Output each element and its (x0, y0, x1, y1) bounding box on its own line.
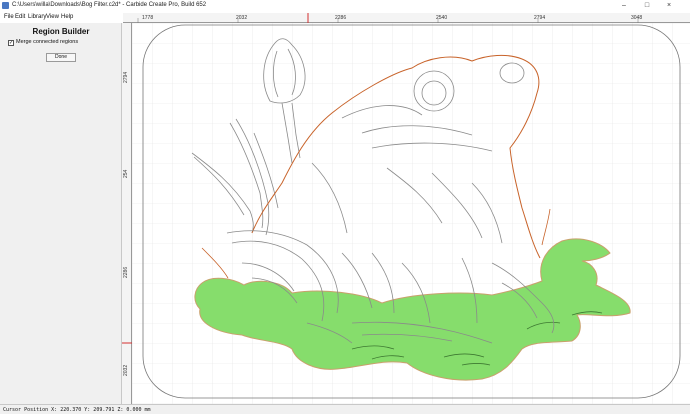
menu-library[interactable]: Library (28, 14, 46, 20)
ruler-ticks (122, 342, 132, 344)
title-bar: C:\Users\willa\Downloads\Bog Filter.c2d*… (0, 0, 690, 12)
menu-help[interactable]: Help (61, 14, 73, 20)
maximize-button[interactable]: □ (640, 1, 654, 11)
merge-regions-checkbox[interactable]: ✓ (8, 40, 14, 46)
close-button[interactable]: × (662, 1, 676, 11)
menu-file[interactable]: File (4, 14, 14, 20)
app-icon (2, 2, 9, 9)
menu-view[interactable]: View (46, 14, 59, 20)
region-builder-panel: Region Builder ✓ Merge connected regions… (0, 23, 122, 404)
vertical-ruler: 2794 254 2286 2032 (122, 23, 132, 404)
panel-title: Region Builder (32, 27, 90, 36)
status-bar: Cursor Position X: 220.370 Y: 209.791 Z:… (0, 404, 690, 414)
cursor-position: Cursor Position X: 220.370 Y: 209.791 Z:… (3, 407, 151, 413)
horizontal-ruler: 1778 2032 2286 2540 2794 3048 (123, 13, 690, 23)
minimize-button[interactable]: – (617, 1, 631, 11)
design-canvas[interactable] (132, 23, 690, 404)
ruler-ticks (137, 13, 639, 23)
window-title: C:\Users\willa\Downloads\Bog Filter.c2d*… (12, 2, 207, 8)
menu-edit[interactable]: Edit (15, 14, 25, 20)
canvas-drawing[interactable] (132, 23, 690, 404)
done-button[interactable]: Done (46, 53, 76, 62)
merge-regions-label: Merge connected regions (16, 39, 79, 45)
